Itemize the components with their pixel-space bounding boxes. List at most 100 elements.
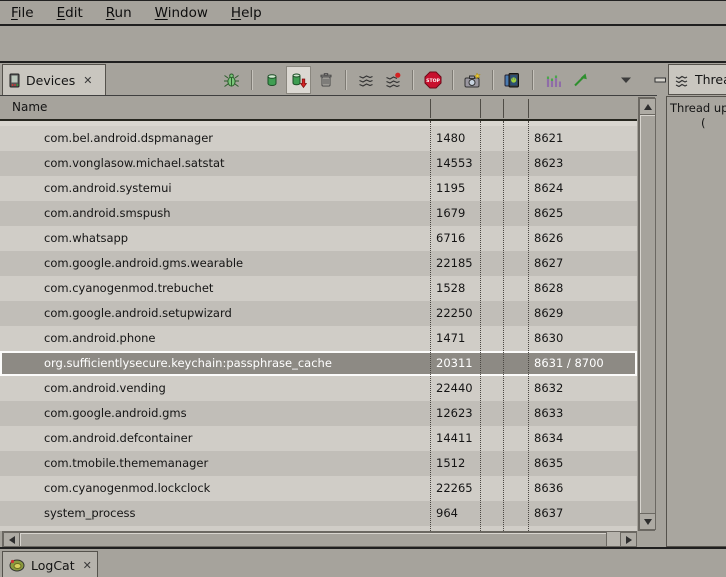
scroll-up-button[interactable]	[639, 98, 656, 115]
stop-process-button[interactable]: STOP	[420, 66, 445, 94]
vertical-scroll-thumb[interactable]	[639, 114, 656, 514]
start-method-profiling-icon	[385, 72, 401, 88]
tab-logcat[interactable]: LogCat ✕	[2, 551, 98, 577]
tab-devices[interactable]: Devices ✕	[2, 64, 106, 95]
tab-devices-label: Devices	[26, 73, 75, 88]
ddms-window: { "colors": { "window_bg": "#a6a39c", "t…	[0, 0, 726, 577]
process-pid: 1512	[436, 456, 465, 470]
toolbar-separator	[532, 70, 533, 90]
table-row[interactable]: system_process9648637	[0, 501, 637, 526]
table-row[interactable]: com.cyanogenmod.lockclock222658636	[0, 476, 637, 501]
scroll-left-button[interactable]	[3, 532, 20, 547]
column-separator	[430, 121, 431, 531]
threads-message-line2: (	[701, 116, 706, 130]
process-port: 8623	[534, 156, 563, 170]
menu-window[interactable]: Window	[155, 5, 208, 21]
devices-view: Devices ✕ STOP Name com.bel.android.dspm…	[0, 63, 657, 547]
screen-capture-button[interactable]	[460, 66, 485, 94]
table-header[interactable]: Name	[0, 97, 637, 121]
process-port: 8624	[534, 181, 563, 195]
horizontal-scroll-thumb[interactable]	[19, 532, 607, 547]
toolbar-separator	[492, 70, 493, 90]
menu-file[interactable]: File	[11, 5, 34, 21]
table-row[interactable]: com.android.smspush16798625	[0, 201, 637, 226]
menu-bar: File Edit Run Window Help	[0, 1, 726, 26]
view-menu-icon	[620, 76, 632, 84]
update-threads-button[interactable]	[353, 66, 378, 94]
column-divider[interactable]	[430, 99, 431, 118]
threads-icon	[675, 73, 689, 87]
scroll-right-button[interactable]	[620, 532, 637, 547]
toolbar-separator	[452, 70, 453, 90]
dump-hprof-button[interactable]	[286, 66, 311, 94]
stop-process-icon: STOP	[424, 71, 442, 89]
threads-panel: Thread up (	[666, 96, 726, 547]
process-pid: 6716	[436, 231, 465, 245]
process-name: com.google.android.setupwizard	[44, 306, 232, 320]
toolbar-separator	[412, 70, 413, 90]
process-name: com.whatsapp	[44, 231, 128, 245]
process-pid: 22185	[436, 256, 473, 270]
devices-tab-row: Devices ✕ STOP	[0, 63, 657, 96]
table-row[interactable]: com.google.android.setupwizard222508629	[0, 301, 637, 326]
device-screen-button[interactable]	[500, 66, 525, 94]
column-divider[interactable]	[503, 99, 504, 118]
toolbar-strip	[0, 28, 726, 63]
process-pid: 22250	[436, 306, 473, 320]
logcat-icon	[9, 558, 25, 572]
table-row[interactable]: com.bel.android.dspmanager14808621	[0, 126, 637, 151]
systrace-icon	[545, 72, 561, 88]
device-screen-icon	[504, 72, 521, 88]
svg-text:STOP: STOP	[426, 78, 440, 84]
table-row[interactable]: com.whatsapp67168626	[0, 226, 637, 251]
table-row[interactable]: com.android.vending224408632	[0, 376, 637, 401]
table-row[interactable]: com.android.defcontainer144118634	[0, 426, 637, 451]
dump-hprof-icon	[290, 72, 307, 89]
cause-gc-button[interactable]	[313, 66, 338, 94]
column-separator	[528, 121, 529, 531]
process-pid: 12623	[436, 406, 473, 420]
process-pid: 1195	[436, 181, 465, 195]
process-name: com.google.android.gms	[44, 406, 187, 420]
process-pid: 1679	[436, 206, 465, 220]
table-row[interactable]: org.sufficientlysecure.keychain:passphra…	[0, 351, 637, 376]
close-icon[interactable]: ✕	[83, 559, 92, 572]
update-heap-button[interactable]	[259, 66, 284, 94]
table-row[interactable]: com.android.phone14718630	[0, 326, 637, 351]
process-port: 8625	[534, 206, 563, 220]
menu-run[interactable]: Run	[106, 5, 132, 21]
menu-edit[interactable]: Edit	[57, 5, 83, 21]
column-header-name[interactable]: Name	[12, 100, 47, 114]
table-row[interactable]: com.tmobile.thememanager15128635	[0, 451, 637, 476]
systrace-button[interactable]	[540, 66, 565, 94]
vertical-scrollbar[interactable]	[638, 97, 655, 531]
table-row[interactable]: com.android.systemui11958624	[0, 176, 637, 201]
table-row[interactable]: com.google.android.gms126238633	[0, 401, 637, 426]
process-name: com.android.defcontainer	[44, 431, 192, 445]
devices-toolbar: STOP	[218, 65, 709, 95]
scroll-up-icon	[644, 104, 652, 110]
table-row[interactable]: com.vonglasow.michael.satstat145538623	[0, 151, 637, 176]
view-menu-button[interactable]	[613, 66, 638, 94]
scroll-down-button[interactable]	[639, 513, 656, 530]
column-divider[interactable]	[528, 99, 529, 118]
close-icon[interactable]: ✕	[83, 74, 92, 87]
toolbar-separator	[345, 70, 346, 90]
start-method-profiling-button[interactable]	[380, 66, 405, 94]
table-row[interactable]: com.cyanogenmod.trebuchet15288628	[0, 276, 637, 301]
tab-threads[interactable]: Threads	[668, 64, 726, 95]
update-heap-icon	[264, 72, 280, 88]
column-divider[interactable]	[480, 99, 481, 118]
menu-help[interactable]: Help	[231, 5, 262, 21]
table-row[interactable]: com.google.android.gms.wearable221858627	[0, 251, 637, 276]
toolbar-separator	[251, 70, 252, 90]
horizontal-scrollbar[interactable]	[2, 531, 637, 547]
process-name: com.cyanogenmod.lockclock	[44, 481, 210, 495]
opengl-trace-button[interactable]	[567, 66, 592, 94]
process-name: com.cyanogenmod.trebuchet	[44, 281, 213, 295]
process-port: 8628	[534, 281, 563, 295]
process-name: com.tmobile.thememanager	[44, 456, 208, 470]
process-port: 8627	[534, 256, 563, 270]
process-name: org.sufficientlysecure.keychain:passphra…	[44, 356, 332, 370]
debug-button[interactable]	[219, 66, 244, 94]
